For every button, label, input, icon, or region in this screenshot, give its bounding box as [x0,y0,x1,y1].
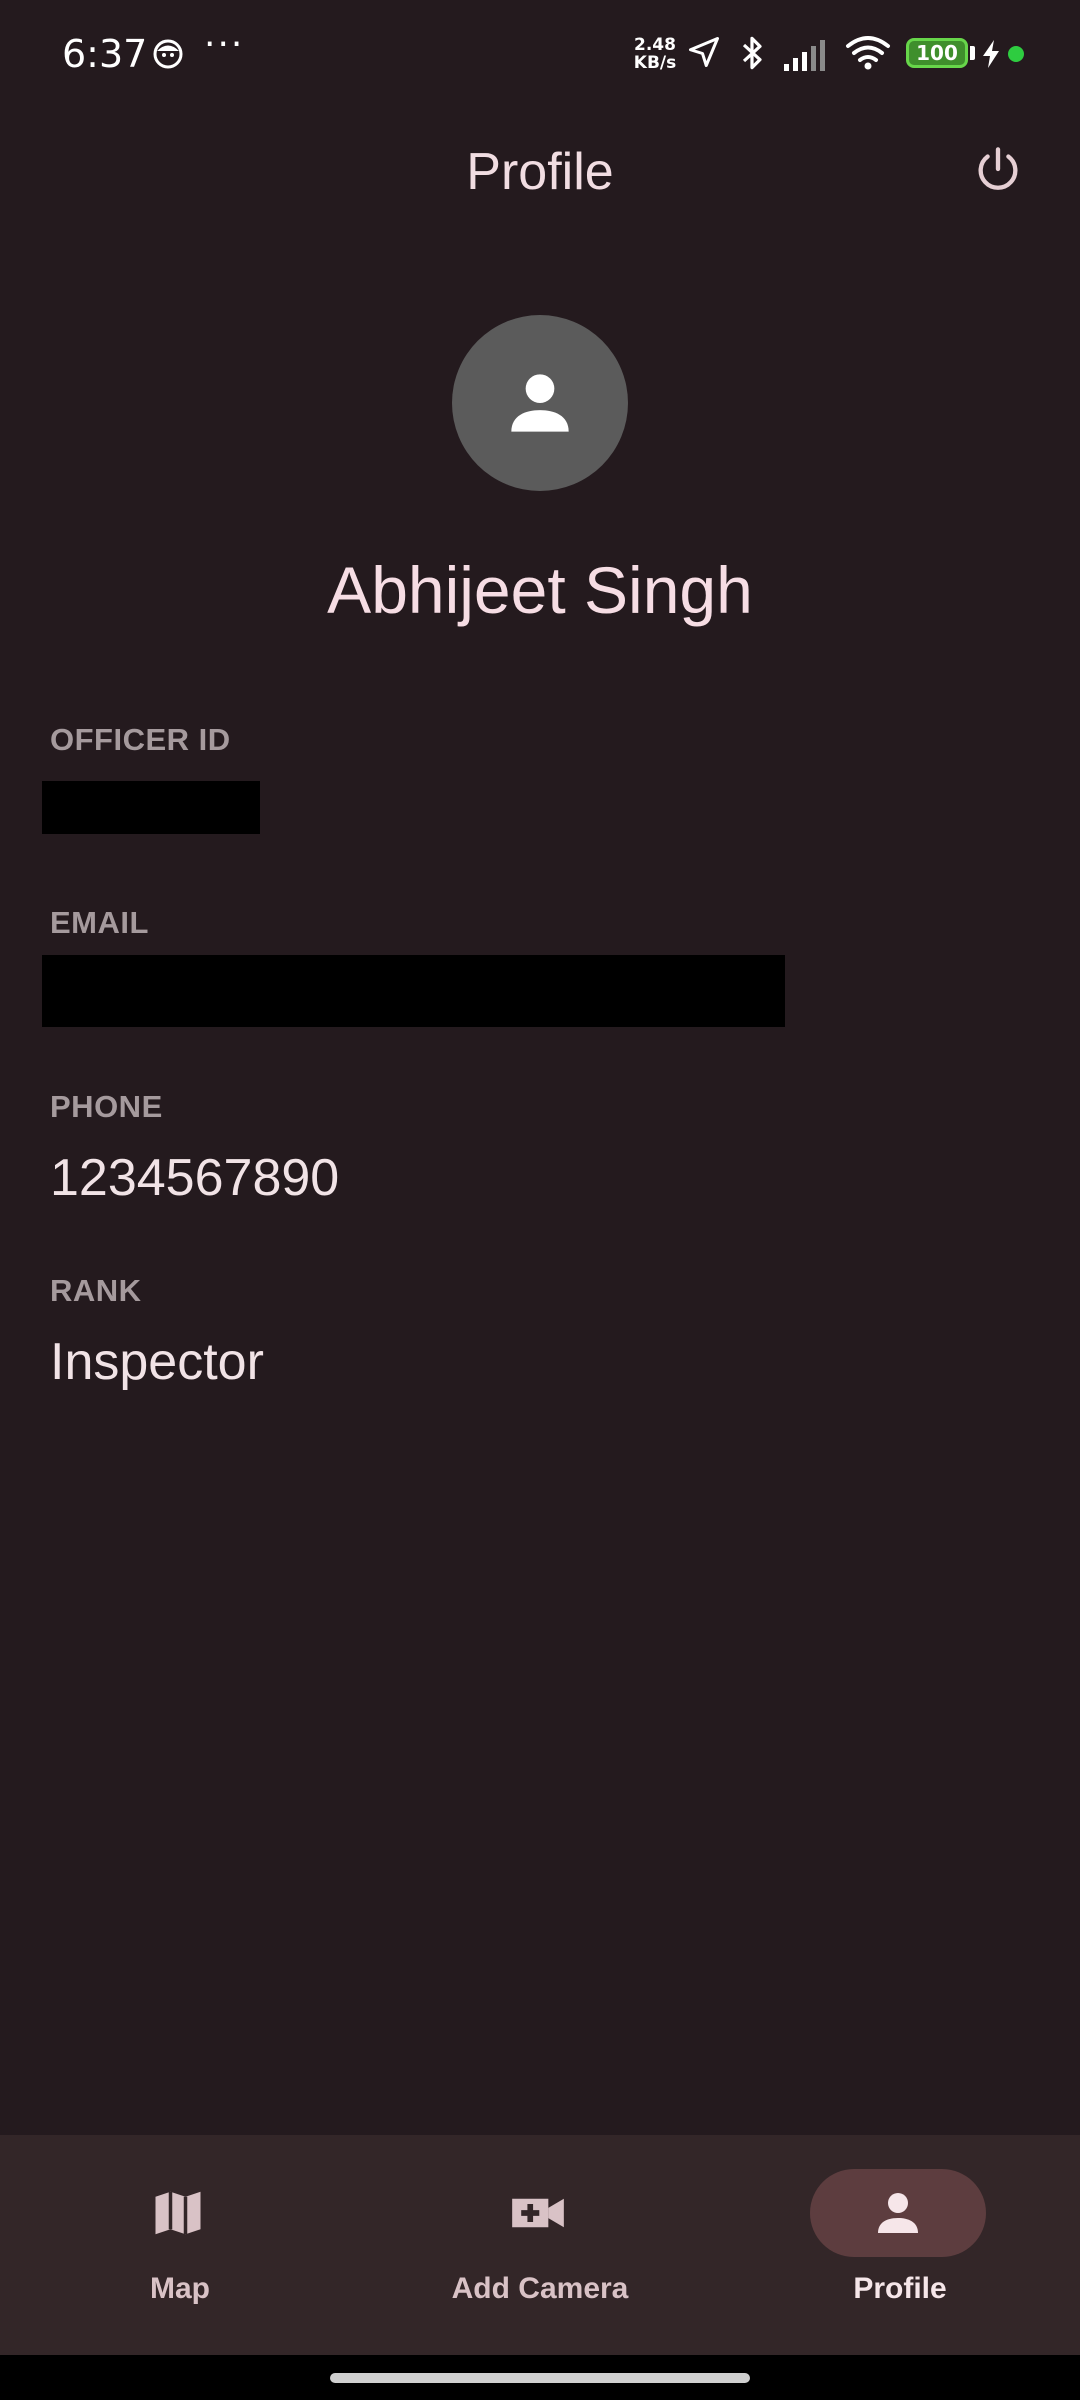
system-navigation-bar [0,2355,1080,2400]
privacy-indicator-dot [1008,46,1024,62]
user-name: Abhijeet Singh [327,553,753,627]
page-title: Profile [466,143,614,201]
gesture-handle[interactable] [330,2373,750,2383]
avatar [452,315,628,491]
person-icon [878,2193,918,2233]
network-speed-unit: KB/s [633,53,677,73]
phone-value: 1234567890 [50,1149,340,1207]
map-icon [155,2191,201,2235]
nav-item-map[interactable]: Map [0,2135,360,2355]
nav-pill-profile-active [810,2169,986,2257]
more-notifications-indicator: ··· [204,24,245,65]
profile-screen: 6:37 ··· 2.48 KB/s 100 Profile Abhijeet … [0,0,1080,2400]
status-time: 6:37 [62,32,148,76]
rank-label: RANK [50,1273,142,1308]
officer-id-label: OFFICER ID [50,722,231,757]
logout-button[interactable] [966,138,1030,202]
person-icon [511,374,569,432]
status-bar: 6:37 ··· 2.48 KB/s 100 [0,0,1080,110]
nav-label-profile: Profile [853,2272,947,2305]
battery-icon: 100 [906,38,968,68]
signal-bars-icon [784,40,825,71]
battery-tip [970,46,975,60]
phone-label: PHONE [50,1089,163,1124]
location-arrow-icon [689,37,719,67]
rank-value: Inspector [50,1333,264,1391]
bluetooth-icon [742,36,762,70]
officer-id-redacted-value [42,781,260,834]
nav-label-map: Map [150,2272,210,2305]
nav-item-profile[interactable]: Profile [720,2135,1080,2355]
nav-label-add-camera: Add Camera [451,2272,629,2305]
nav-item-add-camera[interactable]: Add Camera [360,2135,720,2355]
email-redacted-value [42,955,785,1027]
face-notification-icon [153,39,183,69]
bottom-navigation: Map Add Camera Profile [0,2135,1080,2355]
network-speed-value: 2.48 [634,35,676,55]
wifi-icon [846,36,890,70]
nav-pill-map [90,2169,266,2257]
email-label: EMAIL [50,905,149,940]
nav-pill-add-camera [450,2169,626,2257]
network-speed: 2.48 KB/s [632,36,678,72]
add-video-camera-icon [512,2198,564,2228]
power-icon [978,147,1018,190]
charging-bolt-icon [983,40,999,68]
